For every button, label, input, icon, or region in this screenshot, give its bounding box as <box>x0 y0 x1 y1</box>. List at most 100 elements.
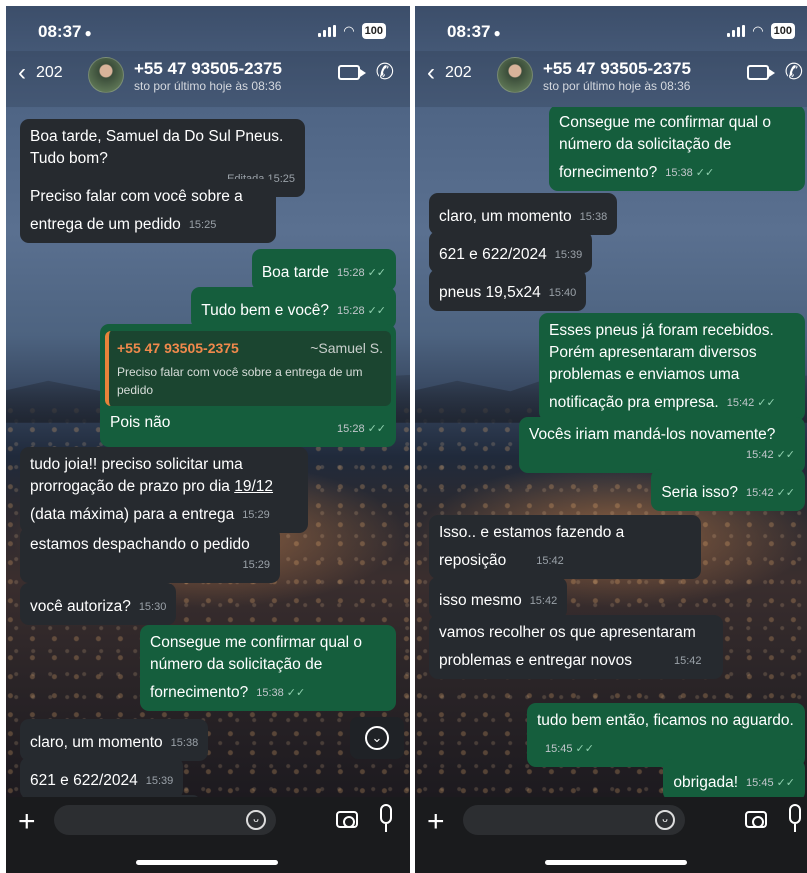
video-call-icon[interactable] <box>338 65 366 80</box>
camera-icon[interactable] <box>745 811 767 828</box>
message-meta: 15:42 ✓✓ <box>746 487 795 499</box>
message-incoming[interactable]: claro, um momento 15:38 <box>20 719 209 761</box>
quote-alias: ~Samuel S. <box>310 340 383 356</box>
message-meta: 15:28 ✓✓ <box>337 423 386 435</box>
home-indicator[interactable] <box>136 860 278 865</box>
read-ticks-icon: ✓✓ <box>367 423 386 435</box>
read-ticks-icon: ✓✓ <box>776 777 795 789</box>
avatar[interactable] <box>497 57 533 93</box>
read-ticks-icon: ✓✓ <box>695 167 715 179</box>
microphone-icon[interactable] <box>380 804 392 832</box>
scroll-to-bottom-button[interactable]: ⌄ <box>350 717 404 759</box>
message-text: claro, um momento <box>30 734 163 751</box>
signal-icon <box>727 25 746 37</box>
message-text: Boa tarde, Samuel da Do Sul Pneus. Tudo … <box>30 128 284 167</box>
quoted-message[interactable]: +55 47 93505-2375 ~Samuel S. Preciso fala… <box>105 331 391 406</box>
quote-author: +55 47 93505-2375 <box>117 340 239 356</box>
person-icon: ● <box>84 26 92 40</box>
read-ticks-icon: ✓✓ <box>757 397 776 409</box>
message-outgoing[interactable]: Seria isso? 15:42 ✓✓ <box>651 469 805 511</box>
message-meta: 15:28 ✓✓ <box>337 267 386 279</box>
chevron-down-icon: ⌄ <box>365 726 389 750</box>
signal-icon <box>318 25 337 37</box>
plus-icon[interactable]: + <box>427 805 445 839</box>
home-indicator[interactable] <box>545 860 687 865</box>
message-time: 15:29 <box>242 509 270 521</box>
message-time: 15:39 <box>554 249 583 261</box>
message-incoming[interactable]: isso mesmo 15:42 <box>429 577 568 619</box>
message-incoming[interactable]: vamos recolher os que apresentaram probl… <box>429 615 723 679</box>
chat-screen-right: 08:37 ● ◠ 100 ‹ 202 +55 47 93505-2375 sto… <box>415 6 807 873</box>
message-time: 15:42 <box>536 555 564 567</box>
phone-icon[interactable]: ✆ <box>376 59 394 85</box>
status-time: 08:37 ● <box>38 22 92 41</box>
message-incoming[interactable]: tudo joia!! preciso solicitar uma prorro… <box>20 447 308 533</box>
avatar[interactable] <box>88 57 124 93</box>
date-link[interactable]: 19/12 <box>234 478 273 495</box>
video-call-icon[interactable] <box>747 65 775 80</box>
message-text: Seria isso? <box>661 484 739 501</box>
message-incoming[interactable]: 621 e 622/2024 15:39 <box>429 231 593 273</box>
back-icon[interactable]: ‹ <box>18 59 26 87</box>
message-meta: 15:38 ✓✓ <box>256 687 306 699</box>
person-icon: ● <box>493 26 501 40</box>
message-text: tudo bem então, ficamos no aguardo. <box>537 712 794 729</box>
contact-name[interactable]: +55 47 93505-2375 <box>543 59 691 79</box>
microphone-icon[interactable] <box>789 804 801 832</box>
sticker-icon[interactable]: ᴗ <box>655 810 675 830</box>
sticker-icon[interactable]: ᴗ <box>246 810 266 830</box>
input-bar: + ᴗ <box>6 797 410 873</box>
phone-icon[interactable]: ✆ <box>785 59 803 85</box>
chat-header: ‹ 202 +55 47 93505-2375 sto por último h… <box>6 51 410 107</box>
message-outgoing[interactable]: obrigada! 15:45 ✓✓ <box>663 759 805 797</box>
message-input[interactable]: ᴗ <box>54 805 276 835</box>
message-text: obrigada! <box>673 774 739 791</box>
message-list[interactable]: Consegue me confirmar qual o número da s… <box>415 107 807 797</box>
read-ticks-icon: ✓✓ <box>286 687 306 699</box>
message-text: Pois não <box>110 414 171 431</box>
message-incoming[interactable]: claro, um momento 15:38 <box>429 193 618 235</box>
message-outgoing[interactable]: tudo bem então, ficamos no aguardo. 15:45… <box>527 703 805 767</box>
contact-name[interactable]: +55 47 93505-2375 <box>134 59 282 79</box>
message-meta: 15:42 ✓✓ <box>726 397 776 409</box>
message-list[interactable]: Boa tarde, Samuel da Do Sul Pneus. Tudo … <box>6 107 410 797</box>
message-input[interactable]: ᴗ <box>463 805 685 835</box>
quote-text: Preciso falar com você sobre a entrega d… <box>117 365 363 397</box>
camera-icon[interactable] <box>336 811 358 828</box>
back-icon[interactable]: ‹ <box>427 59 435 87</box>
message-incoming[interactable]: 621 e 622/2024 15:39 <box>20 757 184 797</box>
read-ticks-icon: ✓✓ <box>367 305 386 317</box>
message-text: isso mesmo <box>439 592 522 609</box>
plus-icon[interactable]: + <box>18 805 36 839</box>
message-outgoing[interactable]: Consegue me confirmar qual o número da s… <box>549 107 805 191</box>
message-outgoing[interactable]: Esses pneus já foram recebidos. Porém ap… <box>539 313 805 421</box>
wifi-icon: ◠ <box>343 23 355 38</box>
message-incoming[interactable]: pneus 19,5x24 15:40 <box>429 269 587 311</box>
message-time: 15:42 <box>674 655 702 667</box>
message-time: 15:25 <box>188 219 217 231</box>
message-outgoing[interactable]: Tudo bem e você? 15:28 ✓✓ <box>191 287 396 329</box>
message-incoming[interactable]: estamos despachando o pedido 15:29 <box>20 527 280 583</box>
message-text: claro, um momento <box>439 208 572 225</box>
message-time: 15:30 <box>138 601 167 613</box>
chat-header: ‹ 202 +55 47 93505-2375 sto por último h… <box>415 51 807 107</box>
read-ticks-icon: ✓✓ <box>776 487 795 499</box>
unread-count[interactable]: 202 <box>445 64 472 82</box>
message-meta: 15:45 ✓✓ <box>746 777 795 789</box>
unread-count[interactable]: 202 <box>36 64 63 82</box>
message-incoming[interactable]: Preciso falar com você sobre a entrega d… <box>20 179 276 243</box>
message-outgoing[interactable]: Consegue me confirmar qual o número da s… <box>140 625 396 711</box>
message-outgoing-reply[interactable]: +55 47 93505-2375 ~Samuel S. Preciso fala… <box>100 324 396 447</box>
message-text: tudo joia!! preciso solicitar uma prorro… <box>30 456 274 523</box>
input-bar: + ᴗ <box>415 797 807 873</box>
message-incoming[interactable]: Isso.. e estamos fazendo a reposição 15:4… <box>429 515 701 579</box>
status-time: 08:37 ● <box>447 22 501 41</box>
read-ticks-icon: ✓✓ <box>776 449 795 461</box>
message-outgoing[interactable]: Vocês iriam mandá-los novamente? 15:42 ✓✓ <box>519 417 805 473</box>
message-text: Boa tarde <box>261 264 330 281</box>
message-text: 621 e 622/2024 <box>439 246 547 263</box>
message-text: Tudo bem e você? <box>201 302 330 319</box>
message-outgoing[interactable]: Boa tarde 15:28 ✓✓ <box>251 249 396 291</box>
wifi-icon: ◠ <box>752 23 764 38</box>
message-incoming[interactable]: você autoriza? 15:30 <box>20 583 177 625</box>
